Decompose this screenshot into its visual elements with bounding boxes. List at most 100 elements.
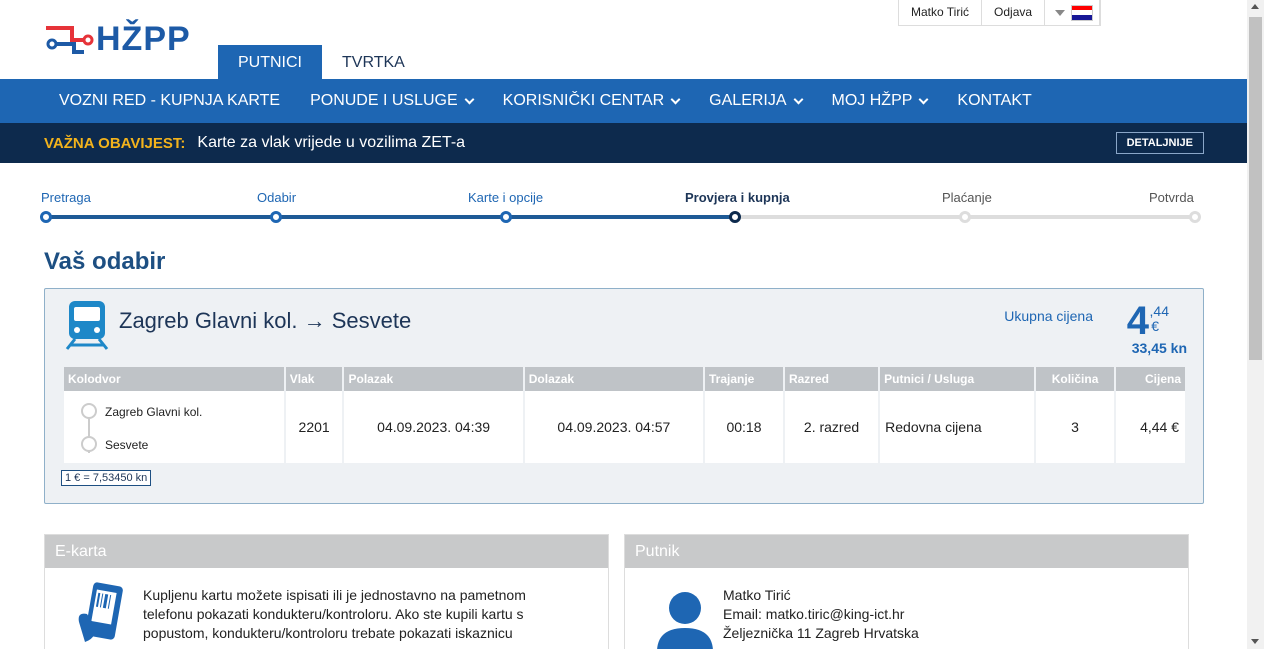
checkout-progress: Pretraga Odabir Karte i opcije Provjera … (40, 190, 1201, 230)
col-kolodvor: Kolodvor (64, 367, 284, 391)
chevron-down-icon (464, 94, 475, 104)
passenger-details: Matko Tirić Email: matko.tiric@king-ict.… (723, 586, 919, 643)
step-placanje: Plaćanje (942, 190, 992, 205)
selection-card: Zagreb Glavni kol. → Sesvete Ukupna cije… (44, 288, 1204, 504)
total-price-kuna: 33,45 kn (1131, 340, 1187, 356)
notice-text[interactable]: Karte za vlak vrijede u vozilima ZET-a (197, 134, 465, 152)
nav-label: GALERIJA (709, 92, 787, 109)
nav-korisnicki-centar[interactable]: KORISNIČKI CENTAR (488, 79, 695, 123)
total-price-euro: 4 (1126, 299, 1149, 343)
passenger-type: Redovna cijena (880, 391, 1035, 463)
passenger-name: Matko Tirić (723, 587, 791, 603)
nav-galerija[interactable]: GALERIJA (694, 79, 816, 123)
step-dot-pretraga (40, 211, 52, 223)
from-station: Zagreb Glavni kol. (105, 405, 203, 419)
important-notice-bar: VAŽNA OBAVIJEST: Karte za vlak vrijede u… (0, 123, 1247, 163)
step-odabir[interactable]: Odabir (257, 190, 296, 205)
nav-label: MOJ HŽPP (831, 92, 913, 109)
price: 4,44 € (1116, 391, 1185, 463)
details-button[interactable]: DETALJNIJE (1115, 132, 1204, 154)
col-polazak: Polazak (344, 367, 523, 391)
duration: 00:18 (704, 391, 783, 463)
total-price-currency: € (1151, 318, 1159, 334)
arrival-time: 04.09.2023. 04:57 (524, 391, 703, 463)
col-trajanje: Trajanje (704, 367, 783, 391)
passenger-panel: Putnik Matko Tirić Email: matko.tiric@ki… (624, 534, 1189, 649)
tab-putnici[interactable]: PUTNICI (218, 45, 322, 79)
nav-label: KONTAKT (957, 92, 1032, 109)
nav-vozni-red[interactable]: VOZNI RED - KUPNJA KARTE (44, 79, 295, 123)
main-nav: VOZNI RED - KUPNJA KARTE PONUDE I USLUGE… (0, 79, 1247, 123)
notice-label: VAŽNA OBAVIJEST: (44, 134, 186, 152)
station-dot-icon (81, 403, 97, 419)
mobile-ticket-icon (78, 582, 123, 642)
step-dot-karte-i-opcije (500, 211, 512, 223)
step-dot-provjera-i-kupnja (729, 211, 741, 223)
exchange-rate: 1 € = 7,53450 kn (61, 470, 152, 486)
travel-class: 2. razred (784, 391, 879, 463)
eticket-line: Kupljenu kartu možete ispisati ili je je… (143, 587, 526, 603)
station-dot-icon (81, 436, 97, 452)
nav-label: PONUDE I USLUGE (310, 92, 458, 109)
eticket-panel-title: E-karta (45, 535, 608, 568)
step-dot-odabir (270, 211, 282, 223)
scroll-up-icon[interactable] (1251, 4, 1259, 9)
nav-label: KORISNIČKI CENTAR (502, 92, 665, 109)
passenger-email: Email: matko.tiric@king-ict.hr (723, 606, 905, 622)
page-scrollbar[interactable] (1247, 0, 1264, 649)
eticket-panel: E-karta Kupljenu kartu možete ispisati i… (44, 534, 609, 649)
total-price-label: Ukupna cijena (1004, 308, 1093, 324)
eticket-description: Kupljenu kartu možete ispisati ili je je… (143, 586, 593, 643)
col-dolazak: Dolazak (524, 367, 703, 391)
table-row: Zagreb Glavni kol. Sesvete 2201 04.09.20… (64, 391, 1185, 463)
caret-down-icon (1055, 9, 1066, 16)
eticket-line: telefonu pokazati kondukteru/kontroloru.… (143, 606, 524, 622)
logout-link[interactable]: Odjava (982, 0, 1046, 25)
passenger-address: Željeznička 11 Zagreb Hrvatska (723, 625, 919, 641)
to-station: Sesvete (105, 438, 149, 452)
step-provjera-i-kupnja: Provjera i kupnja (685, 190, 790, 205)
step-pretraga[interactable]: Pretraga (41, 190, 91, 205)
hzpp-logo[interactable]: HŽPP (44, 20, 191, 59)
page-title: Vaš odabir (44, 248, 166, 275)
language-selector[interactable] (1045, 0, 1101, 25)
departure-time: 04.09.2023. 04:39 (344, 391, 523, 463)
step-potvrda: Potvrda (1149, 190, 1194, 205)
table-header-row: Kolodvor Vlak Polazak Dolazak Trajanje R… (64, 367, 1185, 391)
passenger-panel-title: Putnik (625, 535, 1188, 568)
progress-track-done (46, 215, 735, 219)
train-number: 2201 (285, 391, 343, 463)
tab-tvrtka[interactable]: TVRTKA (322, 45, 425, 79)
step-dot-potvrda (1189, 211, 1201, 223)
quantity: 3 (1036, 391, 1115, 463)
logo-text: HŽPP (96, 20, 191, 58)
nav-moj-hzpp[interactable]: MOJ HŽPP (817, 79, 943, 123)
site-header: HŽPP PUTNICI TVRTKA Matko Tirić Odjava (0, 0, 1247, 79)
scroll-down-icon[interactable] (1251, 639, 1259, 644)
scrollbar-thumb[interactable] (1249, 17, 1262, 360)
chevron-down-icon (670, 94, 681, 104)
nav-ponude-i-usluge[interactable]: PONUDE I USLUGE (295, 79, 488, 123)
croatian-flag-icon (1071, 4, 1094, 21)
step-dot-placanje (959, 211, 971, 223)
col-vlak: Vlak (285, 367, 343, 391)
eticket-line: popustom, kondukteru/kontroloru trebate … (143, 625, 513, 641)
user-name-link[interactable]: Matko Tirić (899, 0, 983, 25)
train-icon (65, 301, 109, 350)
logo-circuit-icon (46, 25, 94, 54)
step-karte-i-opcije[interactable]: Karte i opcije (468, 190, 543, 205)
user-avatar-icon (657, 592, 713, 649)
col-putnici-usluga: Putnici / Usluga (880, 367, 1035, 391)
col-razred: Razred (784, 367, 879, 391)
site-tabs: PUTNICI TVRTKA (218, 45, 425, 79)
chevron-down-icon (918, 94, 929, 104)
nav-label: VOZNI RED - KUPNJA KARTE (59, 92, 281, 109)
col-cijena: Cijena (1116, 367, 1185, 391)
chevron-down-icon (793, 94, 803, 104)
trip-table: Kolodvor Vlak Polazak Dolazak Trajanje R… (62, 367, 1187, 463)
user-bar: Matko Tirić Odjava (898, 0, 1102, 26)
col-kolicina: Količina (1036, 367, 1115, 391)
nav-kontakt[interactable]: KONTAKT (942, 79, 1046, 123)
total-price-cents: ,44 (1149, 303, 1169, 319)
route-title: Zagreb Glavni kol. → Sesvete (119, 308, 412, 333)
